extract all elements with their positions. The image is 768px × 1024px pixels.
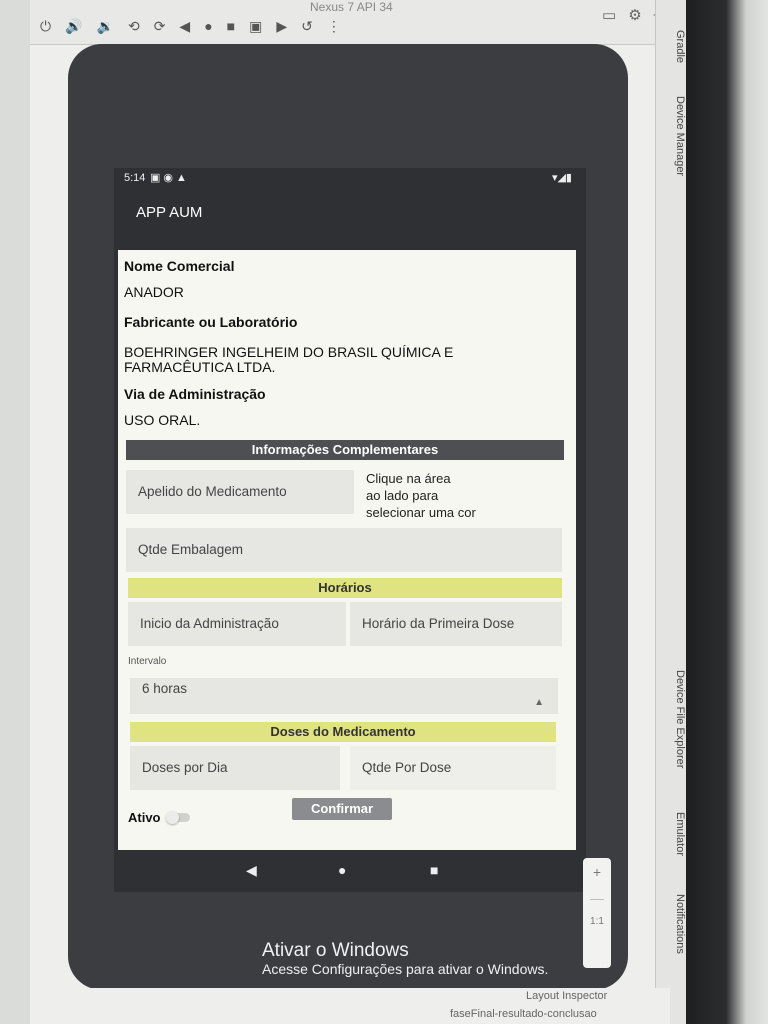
nav-back-icon[interactable]: ◀ — [246, 862, 257, 879]
more-icon[interactable]: ⋮ — [327, 18, 341, 35]
notifications-tab[interactable]: Notifications — [656, 894, 686, 954]
info-complementares-header: Informações Complementares — [126, 440, 564, 460]
nav-recents-icon[interactable]: ■ — [430, 862, 438, 878]
device-file-explorer-tab[interactable]: Device File Explorer — [656, 670, 686, 768]
color-picker-hint[interactable]: Clique na área ao lado para selecionar u… — [366, 470, 476, 521]
ide-status-bar: Layout Inspector faseFinal-resultado-con… — [30, 988, 670, 1024]
dropdown-arrow-icon: ▲ — [534, 697, 544, 708]
confirm-button[interactable]: Confirmar — [292, 798, 392, 820]
monitor-bezel — [686, 0, 768, 1024]
windows-activation-title: Ativar o Windows — [262, 940, 409, 961]
zoom-out-icon[interactable]: — — [583, 890, 611, 906]
fabricante-value-line1: BOEHRINGER INGELHEIM DO BRASIL QUÍMICA E — [124, 344, 454, 360]
rotate-right-icon[interactable]: ⟳ — [154, 18, 166, 35]
ativo-switch-thumb[interactable] — [166, 811, 179, 824]
status-bar: 5:14 ▣◉▲ ▾◢▮ — [114, 168, 586, 190]
color-hint-line1: Clique na área — [366, 471, 451, 486]
camera-icon[interactable]: ▣ — [249, 18, 262, 35]
power-icon[interactable]: ⏻ — [40, 18, 51, 35]
back-icon[interactable]: ◀ — [179, 18, 190, 35]
form-content: Nome Comercial ANADOR Fabricante ou Labo… — [118, 250, 576, 850]
doses-por-dia-input[interactable]: Doses por Dia — [130, 746, 340, 790]
nav-home-icon[interactable]: ● — [338, 862, 346, 878]
via-value: USO ORAL. — [124, 412, 201, 428]
navigation-bar: ◀ ● ■ — [114, 858, 586, 888]
gear-icon[interactable]: ⚙ — [628, 6, 641, 24]
horarios-header: Horários — [128, 578, 562, 598]
rotate-left-icon[interactable]: ⟲ — [128, 18, 140, 35]
volume-up-icon[interactable]: 🔊 — [65, 18, 82, 35]
qtde-embalagem-input[interactable]: Qtde Embalagem — [126, 528, 562, 572]
app-title: APP AUM — [136, 204, 203, 221]
intervalo-value: 6 horas — [142, 681, 188, 696]
device-manager-tab[interactable]: Device Manager — [656, 96, 686, 176]
primeira-dose-button[interactable]: Horário da Primeira Dose — [350, 602, 562, 646]
color-hint-line2: ao lado para — [366, 488, 439, 503]
apelido-input[interactable]: Apelido do Medicamento — [126, 470, 354, 514]
via-label: Via de Administração — [124, 386, 266, 402]
signal-battery-icon: ▾◢▮ — [551, 172, 572, 184]
windows-activation-subtitle: Acesse Configurações para ativar o Windo… — [262, 961, 549, 977]
intervalo-label: Intervalo — [128, 656, 167, 667]
record-icon[interactable]: ▶ — [276, 18, 287, 35]
tool-window-bar: Gradle Device Manager Device File Explor… — [655, 0, 686, 1024]
device-screen: 5:14 ▣◉▲ ▾◢▮ APP AUM Nome Comercial ANAD… — [114, 168, 586, 892]
intervalo-spinner[interactable]: 6 horas ▲ — [130, 678, 558, 714]
fabricante-label: Fabricante ou Laboratório — [124, 314, 298, 330]
nome-comercial-value: ANADOR — [124, 284, 184, 300]
snapshot-icon[interactable]: ↺ — [301, 18, 313, 35]
status-time: 5:14 — [124, 172, 146, 184]
run-configuration[interactable]: faseFinal-resultado-conclusao — [450, 1008, 597, 1020]
zoom-in-button[interactable]: + — [583, 864, 611, 880]
inicio-administracao-button[interactable]: Inicio da Administração — [128, 602, 346, 646]
volume-down-icon[interactable]: 🔉 — [97, 18, 114, 35]
gradle-tab[interactable]: Gradle — [656, 30, 686, 63]
nome-comercial-label: Nome Comercial — [124, 258, 235, 274]
doses-header: Doses do Medicamento — [130, 722, 556, 742]
layout-inspector-link[interactable]: Layout Inspector — [526, 990, 607, 1002]
emulator-tab[interactable]: Emulator — [656, 812, 686, 856]
overview-icon[interactable]: ■ — [227, 18, 235, 35]
emulator-tab-title[interactable]: Nexus 7 API 34 — [310, 0, 393, 14]
color-hint-line3: selecionar uma cor — [366, 505, 476, 520]
fabricante-value-line2: FARMACÊUTICA LTDA. — [124, 359, 276, 375]
ativo-label: Ativo — [128, 810, 161, 825]
home-icon[interactable]: ● — [204, 18, 212, 35]
notification-icons: ▣◉▲ — [150, 172, 190, 184]
emulator-toolbar: Nexus 7 API 34 ⏻ 🔊 🔉 ⟲ ⟳ ◀ ● ■ ▣ ▶ ↺ ⋮ ▭… — [30, 0, 670, 45]
zoom-controls: + — 1:1 — [583, 858, 611, 968]
zoom-ratio-button[interactable]: 1:1 — [583, 916, 611, 927]
window-icon[interactable]: ▭ — [602, 6, 616, 24]
qtde-por-dose-input[interactable]: Qtde Por Dose — [350, 746, 556, 790]
